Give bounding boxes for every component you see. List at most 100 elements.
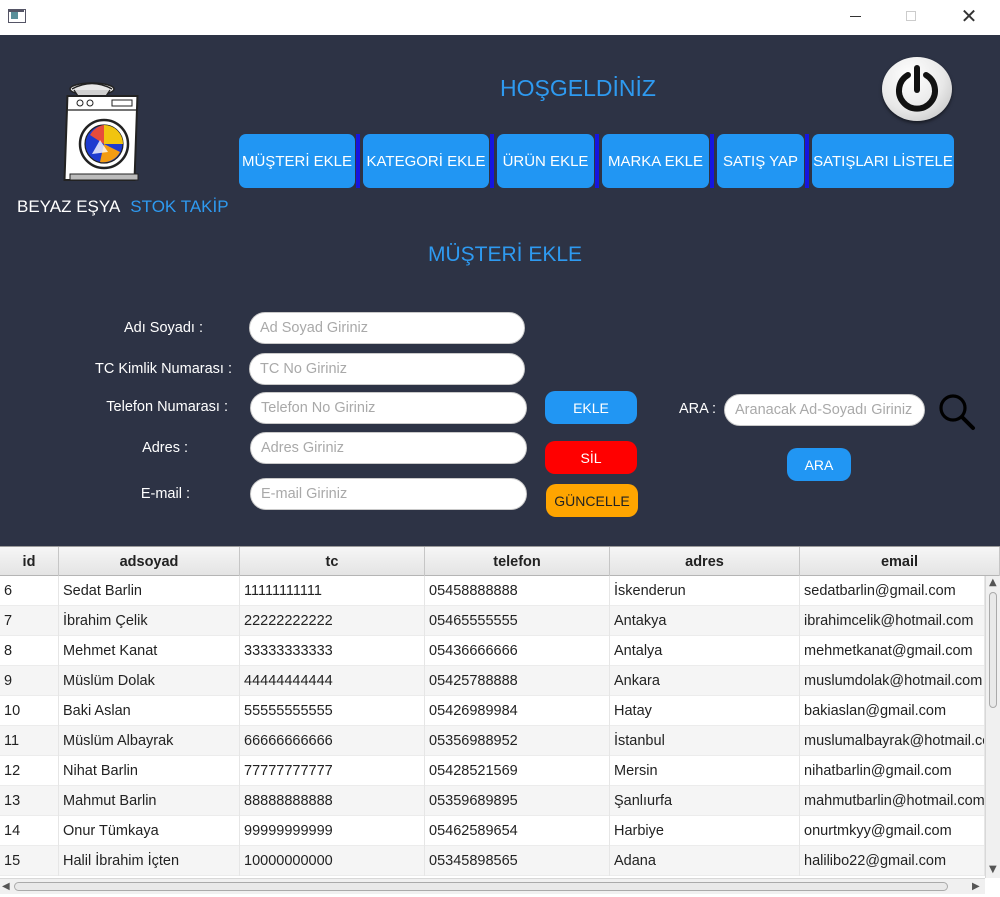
- cell-telefon: 05436666666: [425, 636, 610, 666]
- add-button[interactable]: EKLE: [545, 391, 637, 424]
- horizontal-scrollbar[interactable]: ◀ ▶: [0, 878, 985, 894]
- cell-telefon: 05345898565: [425, 846, 610, 876]
- table-row[interactable]: 9 Müslüm Dolak 44444444444 05425788888 A…: [0, 666, 985, 696]
- phone-input[interactable]: [250, 392, 527, 424]
- cell-id: 13: [0, 786, 59, 816]
- table-row[interactable]: 13 Mahmut Barlin 88888888888 05359689895…: [0, 786, 985, 816]
- welcome-heading: HOŞGELDİNİZ: [500, 75, 656, 101]
- email-input[interactable]: [250, 478, 527, 510]
- cell-id: 6: [0, 576, 59, 606]
- search-label: ARA :: [679, 401, 717, 417]
- cell-id: 14: [0, 816, 59, 846]
- maximize-button[interactable]: [888, 0, 934, 32]
- cell-tc: 22222222222: [240, 606, 425, 636]
- vertical-scrollbar[interactable]: ▲ ▼: [985, 576, 1000, 878]
- nav-satis-yap-button[interactable]: SATIŞ YAP: [717, 134, 804, 188]
- cell-email: halilibo22@gmail.com: [800, 846, 985, 876]
- customer-table: id adsoyad tc telefon adres email 6 Seda…: [0, 546, 1000, 897]
- table-row[interactable]: 7 İbrahim Çelik 22222222222 05465555555 …: [0, 606, 985, 636]
- table-row[interactable]: 14 Onur Tümkaya 99999999999 05462589654 …: [0, 816, 985, 846]
- table-row[interactable]: 8 Mehmet Kanat 33333333333 05436666666 A…: [0, 636, 985, 666]
- cell-telefon: 05465555555: [425, 606, 610, 636]
- close-icon: ✕: [960, 4, 978, 28]
- column-header-id[interactable]: id: [0, 547, 59, 576]
- cell-adres: İskenderun: [610, 576, 800, 606]
- cell-adsoyad: Halil İbrahim İçten: [59, 846, 240, 876]
- minimize-button[interactable]: [832, 0, 878, 32]
- close-button[interactable]: ✕: [946, 0, 992, 32]
- cell-adres: Harbiye: [610, 816, 800, 846]
- brand-title: BEYAZ EŞYA STOK TAKİP: [17, 197, 229, 217]
- search-button[interactable]: ARA: [787, 448, 851, 481]
- vertical-scroll-thumb[interactable]: [989, 592, 997, 708]
- tc-input[interactable]: [249, 353, 525, 385]
- nav-satislari-listele-button[interactable]: SATIŞLARI LİSTELE: [812, 134, 954, 188]
- cell-email: mahmutbarlin@hotmail.com: [800, 786, 985, 816]
- scroll-left-arrow-icon[interactable]: ◀: [2, 881, 10, 892]
- table-row[interactable]: 12 Nihat Barlin 77777777777 05428521569 …: [0, 756, 985, 786]
- update-button[interactable]: GÜNCELLE: [546, 484, 638, 517]
- nav-separator: [595, 134, 599, 188]
- tc-label: TC Kimlik Numarası :: [95, 361, 232, 377]
- cell-adres: Mersin: [610, 756, 800, 786]
- cell-email: mehmetkanat@gmail.com: [800, 636, 985, 666]
- nav-separator: [356, 134, 360, 188]
- address-input[interactable]: [250, 432, 527, 464]
- column-header-adsoyad[interactable]: adsoyad: [59, 547, 240, 576]
- nav-separator: [490, 134, 494, 188]
- search-input[interactable]: [724, 394, 925, 426]
- scroll-down-arrow-icon[interactable]: ▼: [989, 864, 997, 875]
- column-header-telefon[interactable]: telefon: [425, 547, 610, 576]
- cell-id: 9: [0, 666, 59, 696]
- column-header-tc[interactable]: tc: [240, 547, 425, 576]
- delete-button[interactable]: SİL: [545, 441, 637, 474]
- cell-adres: Ankara: [610, 666, 800, 696]
- search-icon[interactable]: [937, 392, 977, 432]
- phone-label: Telefon Numarası :: [106, 399, 228, 415]
- window-titlebar: ✕: [0, 0, 1000, 35]
- cell-id: 15: [0, 846, 59, 876]
- cell-email: muslumdolak@hotmail.com: [800, 666, 985, 696]
- table-row[interactable]: 15 Halil İbrahim İçten 10000000000 05345…: [0, 846, 985, 876]
- cell-adres: Adana: [610, 846, 800, 876]
- nav-bar: MÜŞTERİ EKLE KATEGORİ EKLE ÜRÜN EKLE MAR…: [239, 134, 955, 188]
- cell-telefon: 05428521569: [425, 756, 610, 786]
- nav-kategori-ekle-button[interactable]: KATEGORİ EKLE: [363, 134, 489, 188]
- brand-title-part2: STOK TAKİP: [130, 197, 229, 216]
- name-input[interactable]: [249, 312, 525, 344]
- table-row[interactable]: 10 Baki Aslan 55555555555 05426989984 Ha…: [0, 696, 985, 726]
- washing-machine-logo: [63, 82, 139, 181]
- scroll-right-arrow-icon[interactable]: ▶: [972, 881, 980, 892]
- power-button[interactable]: [882, 57, 952, 121]
- cell-id: 12: [0, 756, 59, 786]
- column-header-adres[interactable]: adres: [610, 547, 800, 576]
- scroll-up-arrow-icon[interactable]: ▲: [989, 577, 997, 588]
- cell-telefon: 05356988952: [425, 726, 610, 756]
- table-row[interactable]: 11 Müslüm Albayrak 66666666666 053569889…: [0, 726, 985, 756]
- section-title: MÜŞTERİ EKLE: [428, 243, 583, 266]
- cell-telefon: 05458888888: [425, 576, 610, 606]
- cell-telefon: 05425788888: [425, 666, 610, 696]
- cell-id: 8: [0, 636, 59, 666]
- nav-urun-ekle-button[interactable]: ÜRÜN EKLE: [497, 134, 594, 188]
- cell-email: sedatbarlin@gmail.com: [800, 576, 985, 606]
- cell-adsoyad: Mehmet Kanat: [59, 636, 240, 666]
- nav-marka-ekle-button[interactable]: MARKA EKLE: [602, 134, 709, 188]
- cell-telefon: 05359689895: [425, 786, 610, 816]
- column-header-email[interactable]: email: [800, 547, 1000, 576]
- cell-telefon: 05426989984: [425, 696, 610, 726]
- cell-adsoyad: Mahmut Barlin: [59, 786, 240, 816]
- horizontal-scroll-thumb[interactable]: [14, 882, 948, 891]
- power-icon: [896, 65, 938, 112]
- cell-adres: Antalya: [610, 636, 800, 666]
- cell-adres: Hatay: [610, 696, 800, 726]
- cell-tc: 11111111111: [240, 576, 425, 606]
- brand-title-part1: BEYAZ EŞYA: [17, 197, 121, 216]
- cell-email: nihatbarlin@gmail.com: [800, 756, 985, 786]
- table-body: 6 Sedat Barlin 11111111111 05458888888 İ…: [0, 576, 985, 878]
- main-panel: BEYAZ EŞYA STOK TAKİP HOŞGELDİNİZ MÜŞTERİ…: [0, 35, 1000, 546]
- maximize-icon: [906, 11, 916, 21]
- nav-musteri-ekle-button[interactable]: MÜŞTERİ EKLE: [239, 134, 355, 188]
- cell-tc: 10000000000: [240, 846, 425, 876]
- table-row[interactable]: 6 Sedat Barlin 11111111111 05458888888 İ…: [0, 576, 985, 606]
